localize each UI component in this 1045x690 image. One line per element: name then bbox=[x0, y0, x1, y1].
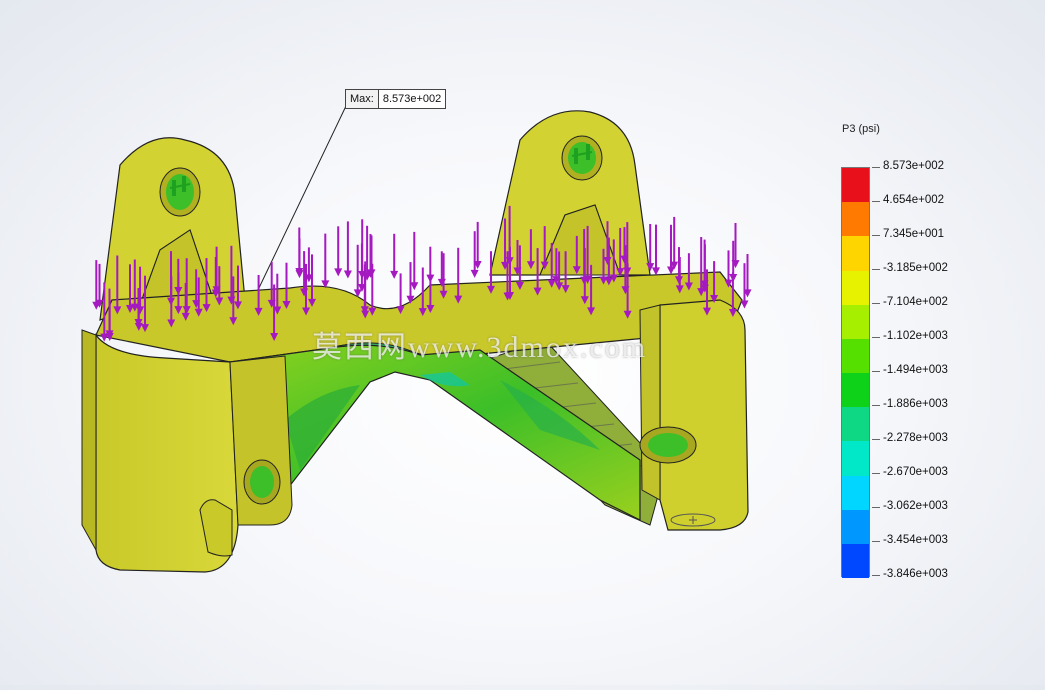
legend-value-label: -2.670e+003 bbox=[883, 466, 948, 478]
legend-color-segment bbox=[842, 202, 869, 237]
legend-tick bbox=[872, 575, 880, 576]
legend-color-segment bbox=[842, 441, 869, 476]
legend-title: P3 (psi) bbox=[842, 123, 880, 135]
right-body bbox=[639, 299, 749, 531]
max-label: Max: bbox=[346, 90, 379, 108]
fea-viewport[interactable]: Max: 8.573e+002 莫西网www.3dmox.com P3 (psi… bbox=[0, 0, 1045, 685]
legend-value-label: 8.573e+002 bbox=[883, 160, 945, 172]
load-arrow-head bbox=[651, 267, 660, 276]
legend-value-label: -1.886e+003 bbox=[883, 398, 948, 410]
legend-value-label: -1.102e+003 bbox=[883, 330, 948, 342]
max-value: 8.573e+002 bbox=[382, 93, 442, 105]
load-arrow-head bbox=[740, 300, 749, 309]
legend-tick bbox=[872, 507, 880, 508]
legend-color-segment bbox=[842, 304, 869, 340]
legend-color-segment bbox=[842, 236, 869, 271]
legend-tick bbox=[872, 337, 880, 338]
load-arrow-head bbox=[295, 270, 304, 279]
legend-color-segment bbox=[842, 543, 869, 579]
legend-tick bbox=[872, 541, 880, 542]
legend-value-label: 7.345e+001 bbox=[883, 228, 945, 240]
legend-color-segment bbox=[842, 509, 869, 545]
legend-tick bbox=[872, 371, 880, 372]
legend-color-segment bbox=[842, 338, 869, 374]
legend-value-label: 4.654e+002 bbox=[883, 194, 945, 206]
legend-tick bbox=[872, 201, 880, 202]
legend-color-segment bbox=[842, 270, 869, 306]
load-arrow-head bbox=[410, 282, 419, 291]
left-body bbox=[81, 329, 293, 573]
legend-color-segment bbox=[842, 373, 869, 408]
load-arrow-head bbox=[470, 269, 479, 278]
legend-color-segment bbox=[842, 407, 869, 442]
load-arrow-head bbox=[334, 268, 343, 277]
legend-tick bbox=[872, 405, 880, 406]
legend-tick bbox=[872, 473, 880, 474]
legend-value-label: -7.104e+002 bbox=[883, 296, 948, 308]
legend-value-label: -3.454e+003 bbox=[883, 534, 948, 546]
watermark-text: 莫西网www.3dmox.com bbox=[312, 331, 648, 364]
legend-color-segment bbox=[842, 475, 869, 511]
load-arrow-head bbox=[667, 266, 676, 275]
legend-color-bar bbox=[841, 167, 870, 579]
legend-tick bbox=[872, 235, 880, 236]
load-arrow-head bbox=[343, 270, 352, 279]
legend-tick bbox=[872, 269, 880, 270]
load-arrow-head bbox=[390, 270, 399, 279]
legend-tick bbox=[872, 167, 880, 168]
legend-tick bbox=[872, 439, 880, 440]
stress-legend[interactable]: P3 (psi) 8.573e+002 4.654e+002 7.345e+001 -… bbox=[836, 120, 1036, 590]
legend-color-segment bbox=[842, 168, 869, 203]
legend-value-label: -3.185e+002 bbox=[883, 262, 948, 274]
legend-value-label: -3.062e+003 bbox=[883, 500, 948, 512]
legend-value-label: -2.278e+003 bbox=[883, 432, 948, 444]
max-value-callout[interactable]: Max: 8.573e+002 bbox=[345, 89, 447, 109]
legend-value-label: -1.494e+003 bbox=[883, 364, 948, 376]
legend-value-label: -3.846e+003 bbox=[883, 568, 948, 580]
legend-tick bbox=[872, 303, 880, 304]
